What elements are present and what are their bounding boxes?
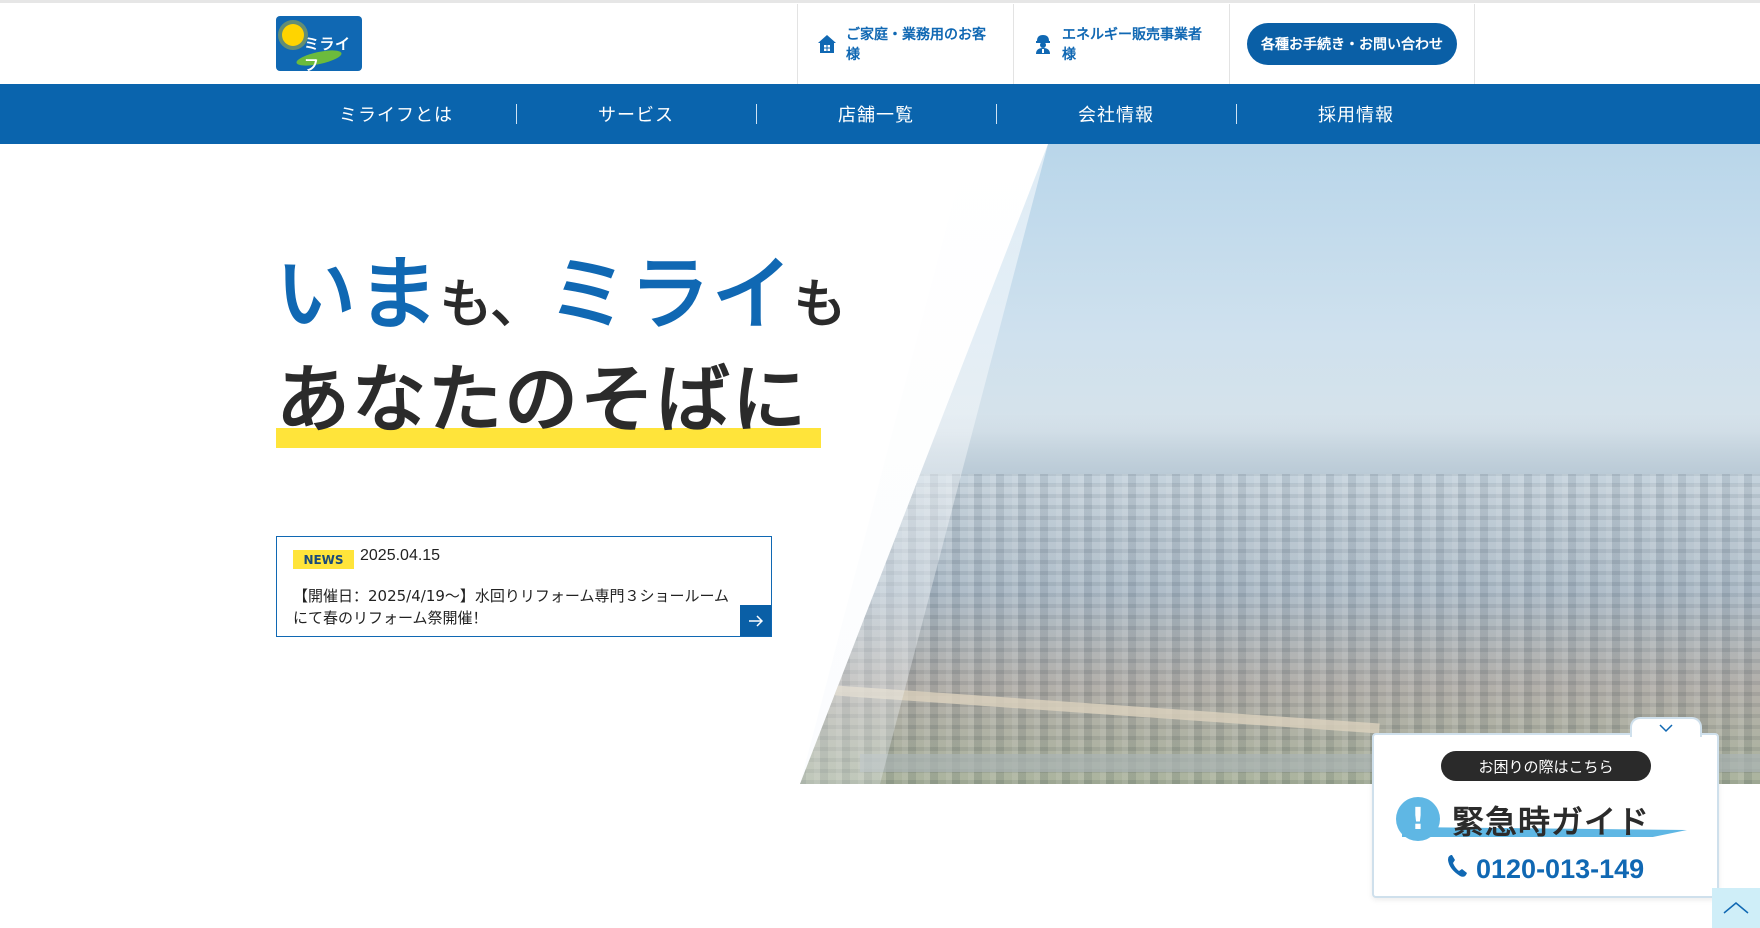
catch-word-now: いま: [276, 248, 440, 341]
nav-home-label: ご家庭・業務用のお客様: [846, 27, 986, 63]
mainnav-item-stores[interactable]: 店舗一覧: [756, 84, 996, 144]
contact-button[interactable]: 各種お手続き・お問い合わせ: [1247, 23, 1457, 65]
hero-section: いまも、 ミライも あなたのそばに NEWS 2025.04.15 【開催日：2…: [0, 144, 1760, 784]
emergency-pill: お困りの際はこちら: [1441, 751, 1651, 781]
hero-catch-line1: いまも、 ミライも: [276, 230, 846, 346]
chevron-down-icon[interactable]: [1630, 717, 1702, 737]
emergency-guide-card[interactable]: お困りの際はこちら ! 緊急時ガイド 0120-013-149: [1372, 717, 1719, 898]
nav-energy-label: エネルギー販売事業者様: [1062, 27, 1202, 63]
cta-container: 各種お手続き・お問い合わせ: [1229, 4, 1475, 84]
exclamation-icon: !: [1396, 797, 1440, 841]
mainnav-item-service[interactable]: サービス: [516, 84, 756, 144]
news-badge: NEWS: [293, 550, 354, 569]
phone-icon: [1446, 853, 1468, 886]
house-icon: [816, 33, 838, 55]
mainnav-item-recruit[interactable]: 採用情報: [1236, 84, 1476, 144]
mainnav-item-company[interactable]: 会社情報: [996, 84, 1236, 144]
main-navigation: ミライフとは サービス 店舗一覧 会社情報 採用情報: [0, 84, 1760, 144]
catch-particle: も、: [440, 275, 543, 335]
mainnav-item-about[interactable]: ミライフとは: [276, 84, 516, 144]
sunflower-icon: [282, 24, 304, 46]
logo-text: ミライフ: [304, 35, 351, 71]
catch-word-mirai: ミライ: [548, 248, 795, 341]
phone-number: 0120-013-149: [1476, 854, 1645, 884]
catch-particle: も: [794, 275, 847, 335]
chevron-up-icon: [1723, 902, 1749, 914]
arrow-right-icon[interactable]: [740, 605, 771, 636]
nav-home-customers[interactable]: ご家庭・業務用のお客様: [797, 4, 1014, 84]
news-title[interactable]: 【開催日：2025/4/19〜】水回りリフォーム専門３ショールームにて春のリフォ…: [293, 585, 733, 629]
emergency-phone[interactable]: 0120-013-149: [1446, 853, 1644, 886]
news-card[interactable]: NEWS 2025.04.15 【開催日：2025/4/19〜】水回りリフォーム…: [276, 536, 772, 637]
site-logo[interactable]: ミライフ: [276, 16, 362, 71]
nav-energy-dealers[interactable]: エネルギー販売事業者様: [1013, 4, 1230, 84]
site-header: ミライフ ご家庭・業務用のお客様 エネルギー販売事業者様 各種お手続き・お問い合…: [0, 3, 1760, 84]
news-date: 2025.04.15: [360, 547, 441, 564]
back-to-top-button[interactable]: [1712, 888, 1760, 928]
emergency-title: 緊急時ガイド: [1452, 803, 1651, 841]
worker-icon: [1032, 33, 1054, 55]
hero-catch-line2: あなたのそばに: [276, 357, 808, 443]
